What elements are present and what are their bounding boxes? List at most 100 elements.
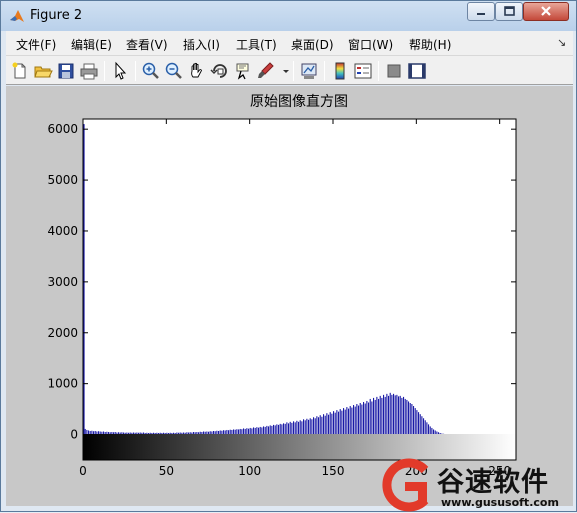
histogram-bar <box>375 400 376 435</box>
histogram-bar <box>350 406 351 435</box>
histogram-bar <box>390 393 391 435</box>
histogram-bar <box>415 408 416 434</box>
histogram-bar <box>318 417 319 434</box>
menu-desktop[interactable]: 桌面(D) <box>291 36 334 53</box>
menu-edit[interactable]: 编辑(E) <box>71 36 112 53</box>
histogram-bar <box>86 430 87 435</box>
histogram-bar <box>85 429 86 435</box>
menu-window[interactable]: 窗口(W) <box>348 36 393 53</box>
figure-canvas: 0100020003000400050006000 05010015020025… <box>6 86 573 506</box>
maximize-button[interactable] <box>495 2 523 21</box>
histogram-bar <box>231 430 232 435</box>
histogram-bar <box>326 413 327 434</box>
histogram-bar <box>233 429 234 434</box>
histogram-bar <box>235 430 236 435</box>
legend-icon <box>353 61 373 81</box>
link-plot-button[interactable] <box>299 61 319 81</box>
zoom-out-button[interactable] <box>164 61 184 81</box>
histogram-plot: 0100020003000400050006000 05010015020025… <box>6 86 573 506</box>
histogram-bar <box>336 410 337 434</box>
histogram-bar <box>228 430 229 434</box>
histogram-bar <box>423 418 424 434</box>
save-icon <box>56 61 76 81</box>
histogram-bar <box>246 428 247 434</box>
show-plot-tools-button[interactable] <box>407 61 427 81</box>
brush-icon <box>256 61 276 81</box>
menu-insert[interactable]: 插入(I) <box>183 36 220 53</box>
dock-arrow-icon[interactable]: ↘ <box>557 36 566 49</box>
histogram-bar <box>371 401 372 434</box>
pan-hand-icon <box>187 61 207 81</box>
menu-tools[interactable]: 工具(T) <box>236 36 277 53</box>
histogram-bar <box>435 430 436 434</box>
maximize-icon <box>496 3 522 20</box>
open-file-icon <box>33 61 53 81</box>
brush-dropdown[interactable] <box>276 61 286 81</box>
pointer-icon <box>110 61 130 81</box>
histogram-bar <box>310 418 311 434</box>
histogram-bar <box>303 419 304 434</box>
y-tick-label: 2000 <box>47 326 78 340</box>
histogram-bar <box>251 428 252 434</box>
open-file-button[interactable] <box>33 61 53 81</box>
histogram-bar <box>221 431 222 435</box>
histogram-bar <box>383 395 384 435</box>
legend-button[interactable] <box>353 61 373 81</box>
data-cursor-button[interactable] <box>233 61 253 81</box>
histogram-bar <box>296 421 297 435</box>
histogram-bar <box>308 420 309 435</box>
menu-file[interactable]: 文件(F) <box>16 36 56 53</box>
histogram-bar <box>365 404 366 435</box>
histogram-bar <box>341 411 342 435</box>
histogram-bar <box>216 431 217 435</box>
close-button[interactable] <box>523 2 569 21</box>
site-watermark: 谷速软件 www.gususoft.com <box>381 456 577 513</box>
zoom-in-button[interactable] <box>141 61 161 81</box>
histogram-bar <box>220 430 221 434</box>
histogram-bar <box>298 422 299 435</box>
data-cursor-icon <box>233 61 253 81</box>
minimize-button[interactable] <box>467 2 495 21</box>
histogram-bar <box>400 396 401 435</box>
histogram-bar <box>353 405 354 435</box>
save-button[interactable] <box>56 61 76 81</box>
histogram-bar <box>256 427 257 434</box>
zoom-out-icon <box>164 61 184 81</box>
histogram-bar <box>433 429 434 434</box>
hide-plot-tools-button[interactable] <box>384 61 404 81</box>
y-tick-label: 4000 <box>47 224 78 238</box>
colorbar-button[interactable] <box>330 61 350 81</box>
link-plot-icon <box>299 61 319 81</box>
x-tick-label: 150 <box>322 464 345 478</box>
histogram-bar <box>335 413 336 435</box>
histogram-bar <box>385 397 386 435</box>
print-button[interactable] <box>79 61 99 81</box>
pan-button[interactable] <box>187 61 207 81</box>
histogram-bar <box>288 423 289 434</box>
brush-button[interactable] <box>256 61 276 81</box>
histogram-bar <box>270 425 271 434</box>
histogram-bar <box>403 397 404 435</box>
rotate-3d-button[interactable] <box>210 61 230 81</box>
histogram-bar <box>226 430 227 435</box>
gusu-logo-icon <box>381 458 435 512</box>
histogram-bar <box>320 415 321 434</box>
histogram-bar <box>393 394 394 435</box>
select-pointer-button[interactable] <box>110 61 130 81</box>
histogram-bar <box>396 395 397 435</box>
histogram-bar <box>421 416 422 434</box>
histogram-bar <box>356 404 357 435</box>
histogram-bar <box>366 401 367 435</box>
histogram-bar <box>338 412 339 435</box>
histogram-bar <box>323 414 324 434</box>
histogram-bar <box>311 419 312 434</box>
histogram-bar <box>351 408 352 435</box>
title-bar: Figure 2 <box>1 1 576 31</box>
y-tick-label: 1000 <box>47 377 78 391</box>
histogram-bar <box>430 426 431 434</box>
histogram-bar <box>225 430 226 434</box>
menu-help[interactable]: 帮助(H) <box>409 36 451 53</box>
menu-view[interactable]: 查看(V) <box>126 36 168 53</box>
new-figure-button[interactable] <box>10 61 30 81</box>
histogram-bar <box>408 401 409 434</box>
